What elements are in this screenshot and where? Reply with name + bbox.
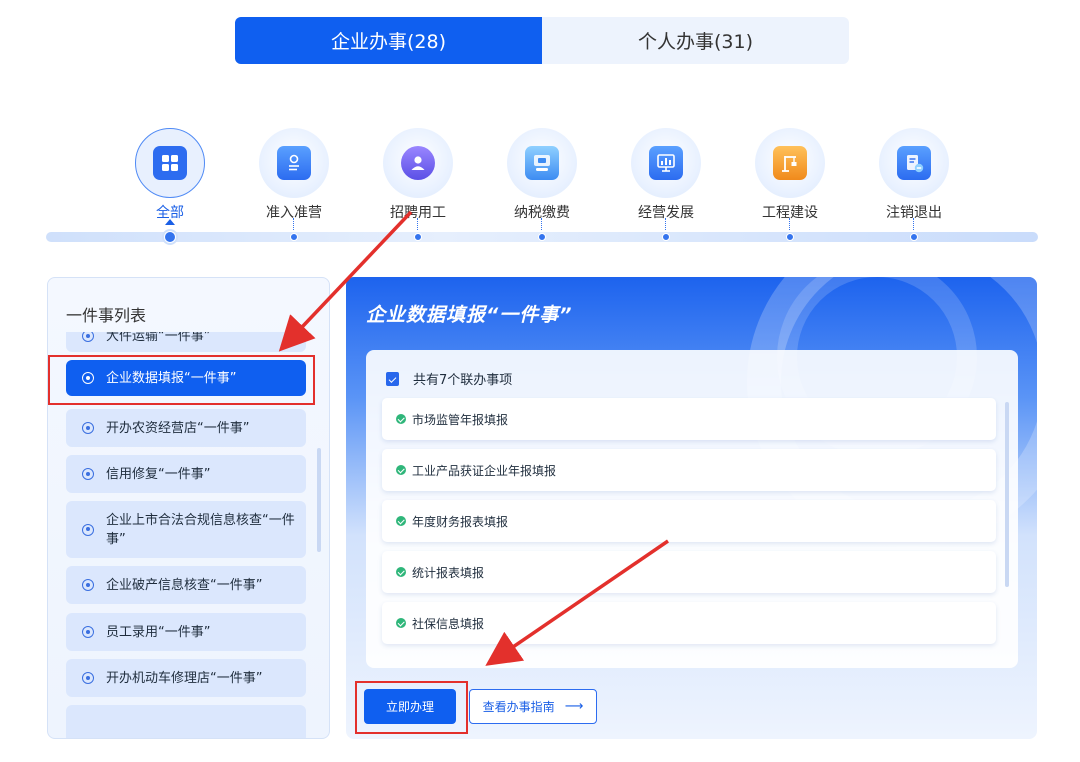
grid-icon [153,146,187,180]
selected-arrow-icon [165,219,175,225]
timeline-stem [541,218,542,230]
list-item-label: 信用修复“一件事” [106,466,211,482]
list-item-label: 大件运输“一件事” [106,332,211,344]
list-title: 一件事列表 [66,306,147,325]
category-deregistration[interactable]: 注销退出 [852,128,976,222]
joint-matters-card: 共有7个联办事项 市场监管年报填报 工业产品获证企业年报填报 年度财务报表填报 … [366,350,1018,668]
category-label: 纳税缴费 [514,205,570,221]
radio-dot-icon [82,523,94,536]
category-recruitment[interactable]: 招聘用工 [356,128,480,222]
matter-item: 年度财务报表填报 [382,500,996,542]
list-item-employee-hiring[interactable]: 员工录用“一件事” [66,613,306,651]
list-item-agri-store[interactable]: 开办农资经营店“一件事” [66,409,306,447]
detail-title: 企业数据填报“一件事” [366,304,573,326]
joint-matters-count: 共有7个联办事项 [413,373,513,388]
list-item-credit-repair[interactable]: 信用修复“一件事” [66,455,306,493]
timeline-dot [662,233,670,241]
timeline-dot [414,233,422,241]
timeline-stem [417,218,418,230]
highlight-box-selected-item [48,355,315,405]
license-icon [277,146,311,180]
matter-item: 社保信息填报 [382,602,996,644]
category-label: 工程建设 [762,205,818,221]
list-item-label: 企业上市合法合规信息核查“一件事” [106,512,295,547]
view-guide-button[interactable]: 查看办事指南 ⟶ [469,689,597,724]
category-nav: 全部 准入准营 招聘用工 纳税缴费 经营发展 工程建设 注销退出 [108,128,976,223]
timeline-dot-active [164,231,176,243]
category-all[interactable]: 全部 [108,128,232,222]
radio-dot-icon [82,468,94,480]
matter-label: 年度财务报表填报 [412,514,509,529]
check-circle-icon [396,465,406,475]
list-item-ipo-compliance-check[interactable]: 企业上市合法合规信息核查“一件事” [66,501,306,558]
highlight-box-apply-button [355,681,468,734]
category-circle [755,128,825,198]
detail-panel: 企业数据填报“一件事” 共有7个联办事项 市场监管年报填报 工业产品获证企业年报… [346,277,1037,739]
clipboard-check-icon [386,371,399,386]
category-label: 经营发展 [638,205,694,221]
joint-matters-header: 共有7个联办事项 [386,369,512,388]
timeline-dot [786,233,794,241]
category-circle [879,128,949,198]
category-label: 准入准营 [266,205,322,221]
list-item-large-transport[interactable]: 大件运输“一件事” [66,332,306,352]
deregister-icon [897,146,931,180]
check-circle-icon [396,618,406,628]
list-item-label: 员工录用“一件事” [106,624,211,640]
radio-dot-icon [82,422,94,434]
category-circle [631,128,701,198]
check-circle-icon [396,567,406,577]
radio-dot-icon [82,672,94,684]
list-item-partial[interactable] [66,705,306,738]
view-guide-label: 查看办事指南 [482,700,555,714]
matter-label: 统计报表填报 [412,565,485,580]
category-business-development[interactable]: 经营发展 [604,128,728,222]
check-circle-icon [396,414,406,424]
category-label: 招聘用工 [390,205,446,221]
matter-label: 社保信息填报 [412,616,485,631]
construction-icon [773,146,807,180]
timeline-stem [665,218,666,230]
category-label: 注销退出 [886,205,942,221]
category-tax[interactable]: 纳税缴费 [480,128,604,222]
matter-item: 市场监管年报填报 [382,398,996,440]
tax-icon [525,146,559,180]
radio-dot-icon [82,332,94,342]
one-thing-list-panel: 一件事列表 大件运输“一件事” 企业数据填报“一件事” 开办农资经营店“一件事”… [47,277,330,739]
timeline-stem [789,218,790,230]
category-circle [383,128,453,198]
radio-dot-icon [82,579,94,591]
list-item-label: 开办机动车修理店“一件事” [106,670,263,686]
arrow-right-icon: ⟶ [564,699,584,714]
list-item-label: 开办农资经营店“一件事” [106,420,250,436]
category-circle [259,128,329,198]
timeline-stem [293,218,294,230]
user-icon [401,146,435,180]
matter-label: 工业产品获证企业年报填报 [412,463,557,478]
category-timeline [46,218,1038,243]
timeline-stem [913,218,914,230]
matter-item: 工业产品获证企业年报填报 [382,449,996,491]
radio-dot-icon [82,626,94,638]
top-tabs: 企业办事(28) 个人办事(31) [235,17,849,64]
check-circle-icon [396,516,406,526]
list-scrollbar[interactable] [317,448,321,552]
chart-icon [649,146,683,180]
category-all-circle [135,128,205,198]
list-item-bankruptcy-check[interactable]: 企业破产信息核查“一件事” [66,566,306,604]
category-market-access[interactable]: 准入准营 [232,128,356,222]
matter-item: 统计报表填报 [382,551,996,593]
category-construction[interactable]: 工程建设 [728,128,852,222]
category-circle [507,128,577,198]
list-item-label: 企业破产信息核查“一件事” [106,577,263,593]
tab-enterprise-affairs[interactable]: 企业办事(28) [235,17,542,64]
matter-label: 市场监管年报填报 [412,412,509,427]
timeline-dot [538,233,546,241]
tab-personal-affairs[interactable]: 个人办事(31) [542,17,849,64]
list-item-vehicle-repair-shop[interactable]: 开办机动车修理店“一件事” [66,659,306,697]
matters-scrollbar[interactable] [1005,402,1009,587]
timeline-dot [910,233,918,241]
timeline-dot [290,233,298,241]
